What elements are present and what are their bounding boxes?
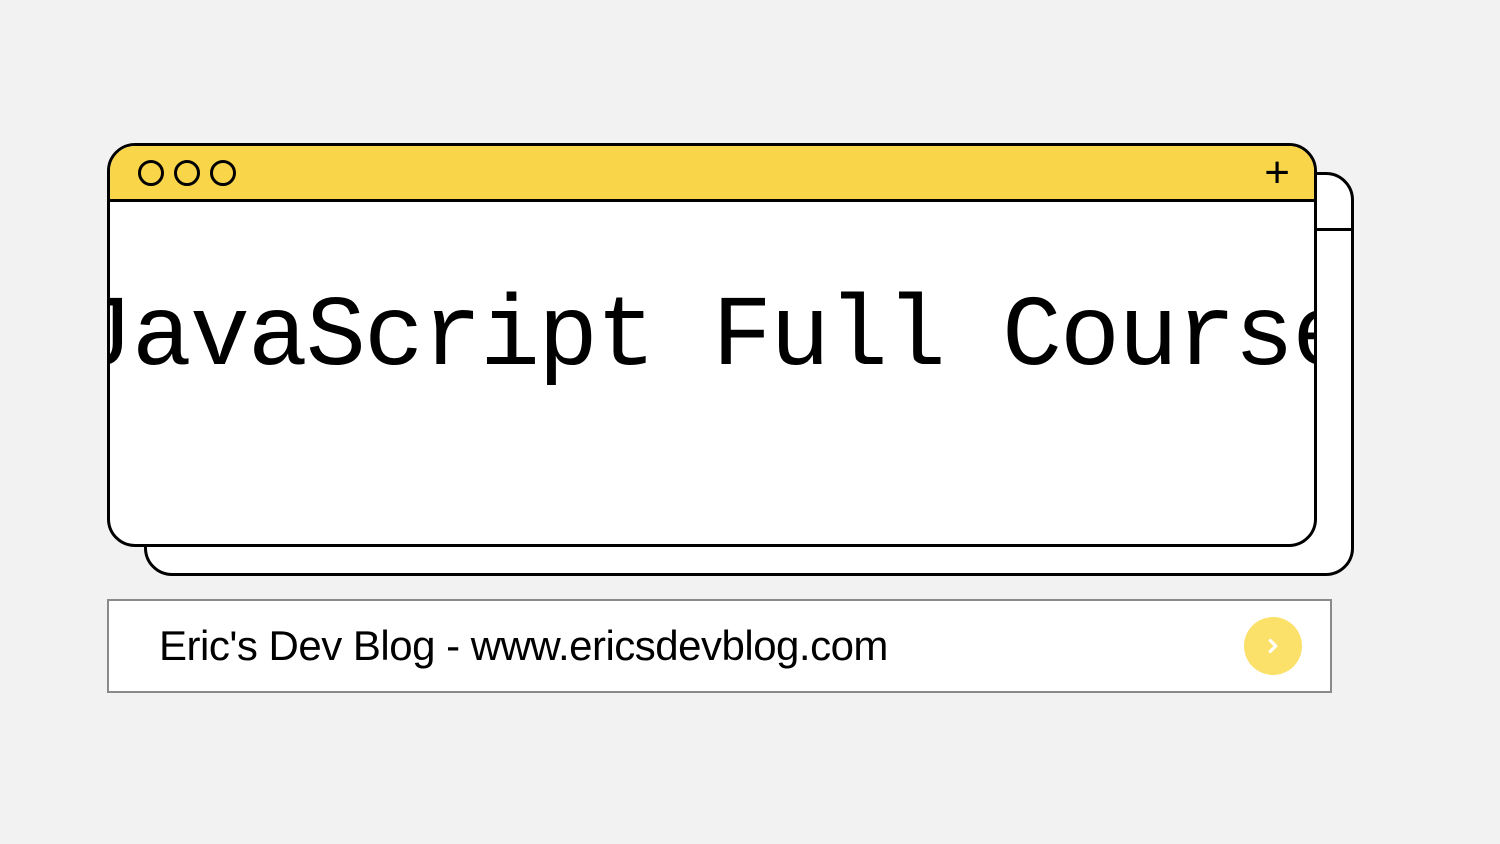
- window-body: JavaScript Full Course: [110, 202, 1314, 544]
- address-bar: Eric's Dev Blog - www.ericsdevblog.com: [107, 599, 1332, 693]
- page-title: JavaScript Full Course: [107, 282, 1317, 395]
- browser-window: + JavaScript Full Course: [107, 143, 1317, 547]
- new-tab-icon[interactable]: +: [1264, 151, 1290, 195]
- traffic-lights: [138, 160, 236, 186]
- chevron-right-icon: [1262, 635, 1284, 657]
- window-titlebar: +: [110, 146, 1314, 202]
- minimize-icon[interactable]: [174, 160, 200, 186]
- canvas: + JavaScript Full Course Eric's Dev Blog…: [0, 0, 1500, 844]
- maximize-icon[interactable]: [210, 160, 236, 186]
- address-text: Eric's Dev Blog - www.ericsdevblog.com: [159, 622, 888, 670]
- go-button[interactable]: [1244, 617, 1302, 675]
- close-icon[interactable]: [138, 160, 164, 186]
